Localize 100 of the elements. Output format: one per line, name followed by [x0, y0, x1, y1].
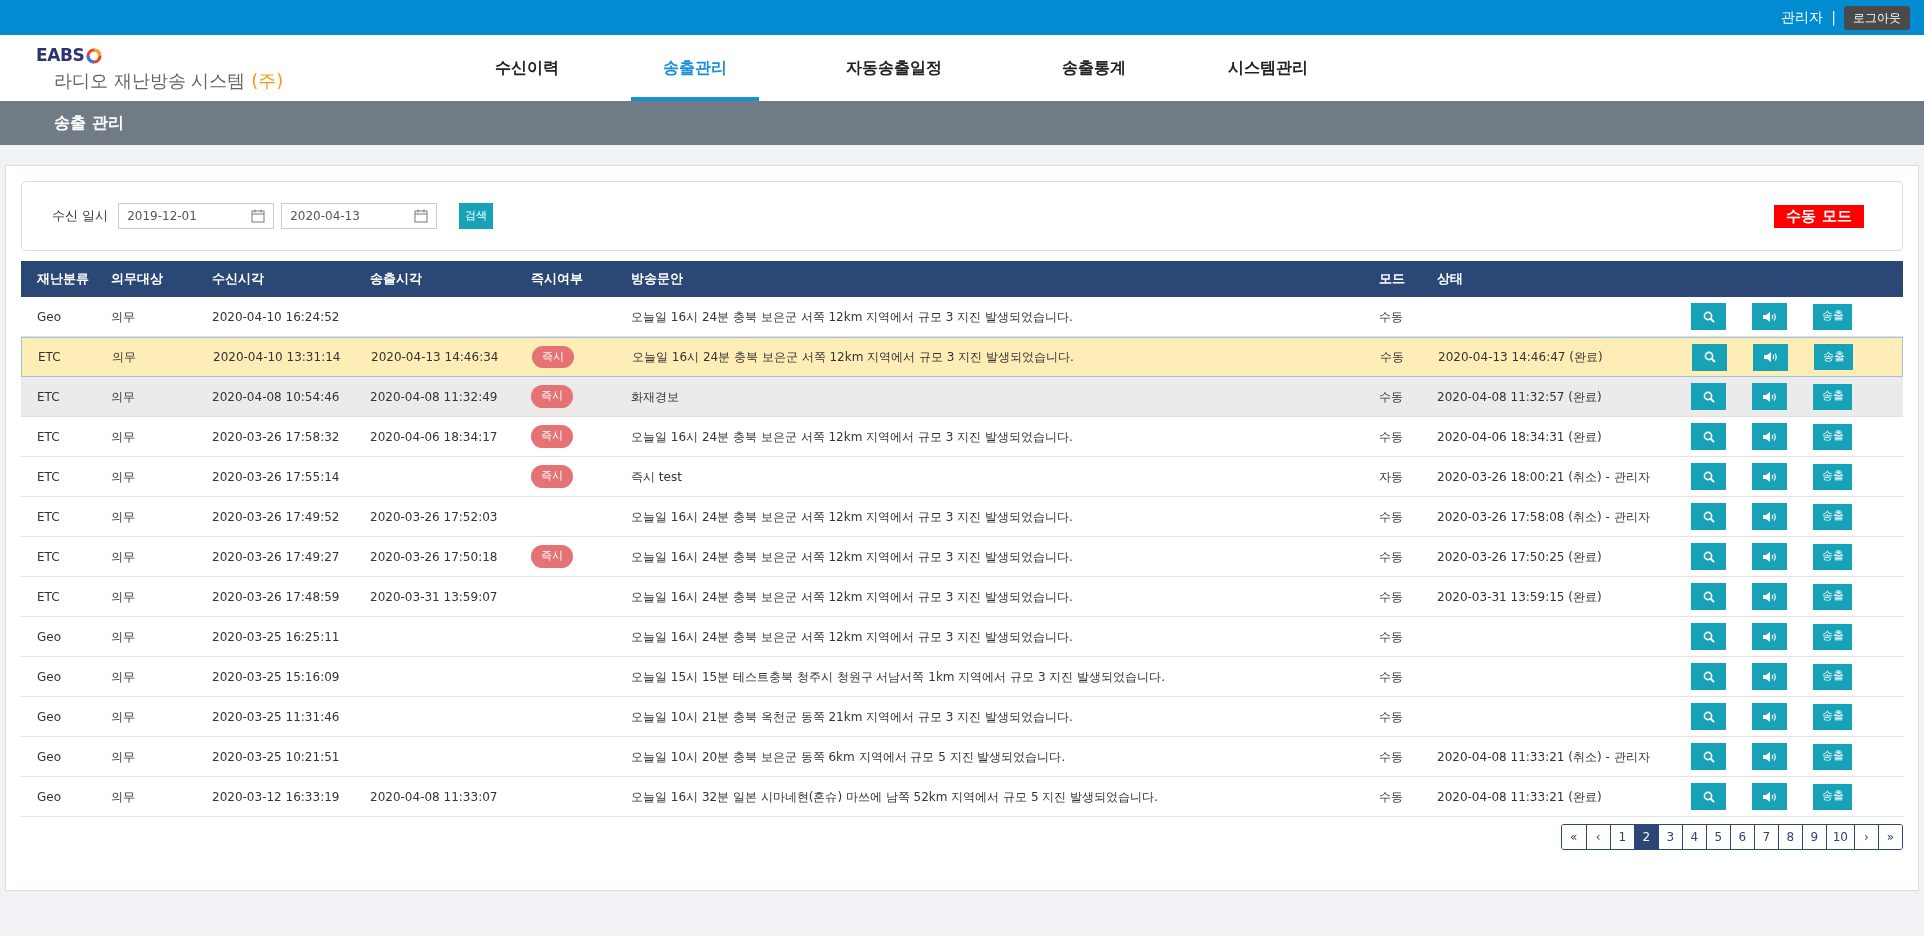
search-button[interactable]	[1691, 663, 1726, 690]
page-link[interactable]: 2	[1633, 825, 1658, 849]
speaker-button[interactable]	[1753, 343, 1788, 371]
table-cell: 2020-04-08 10:54:46	[212, 389, 340, 404]
search-button[interactable]	[1691, 303, 1726, 330]
speaker-button[interactable]	[1752, 503, 1787, 530]
speaker-icon	[1761, 790, 1778, 803]
table-cell: 수동	[1379, 749, 1403, 764]
table-cell: 의무	[111, 509, 135, 524]
nav-tab[interactable]: 자동송출일정	[803, 35, 985, 101]
speaker-icon	[1761, 510, 1778, 523]
nav-tab[interactable]: 송출통계	[1029, 35, 1159, 101]
search-button[interactable]	[1691, 583, 1726, 610]
nav-tab[interactable]: 시스템관리	[1203, 35, 1333, 101]
table-cell: 2020-03-25 15:16:09	[212, 669, 340, 684]
table-cell: 2020-03-26 17:48:59	[212, 589, 340, 604]
date-field[interactable]: 2020-04-13	[281, 203, 438, 229]
speaker-button[interactable]	[1752, 663, 1787, 690]
nav-tab[interactable]: 수신이력	[467, 35, 587, 101]
search-icon	[1702, 510, 1715, 523]
table-cell: 2020-03-26 17:55:14	[212, 469, 340, 484]
table-cell: ETC	[37, 469, 60, 484]
table-cell: 수동	[1380, 350, 1404, 364]
table-row[interactable]: ETC 의무 2020-04-10 13:31:14 2020-04-13 14:46:34 즉시 오늘일 16시 24분 충북 보은군 서쪽 12km 지역에서 규모 3 지진 발생되었습니다. 수동 2020-04-13 14:46:47 (완료) 송출	[21, 337, 1903, 377]
search-button[interactable]	[1691, 783, 1726, 810]
table-cell: 2020-04-08 11:33:21 (완료)	[1437, 789, 1602, 804]
search-button[interactable]	[1691, 503, 1726, 530]
speaker-button[interactable]	[1752, 583, 1787, 610]
table-cell: 2020-04-06 18:34:31 (완료)	[1437, 429, 1602, 444]
column-header: 모드	[1379, 270, 1406, 289]
table-cell: 2020-03-12 16:33:19	[212, 789, 340, 804]
calendar-icon	[251, 209, 266, 223]
table-cell: 2020-03-26 17:49:52	[212, 509, 340, 524]
search-button[interactable]	[1691, 703, 1726, 730]
speaker-button[interactable]	[1752, 383, 1787, 410]
table-cell: 오늘일 16시 24분 충북 보은군 서쪽 12km 지역에서 규모 3 지진 발생되었습니다.	[631, 429, 1073, 444]
search-button[interactable]	[1691, 623, 1726, 650]
speaker-button[interactable]	[1752, 543, 1787, 570]
table-cell: 2020-04-13 14:46:47 (완료)	[1438, 350, 1603, 364]
table-cell: 2020-04-08 11:33:07	[370, 789, 498, 804]
table-cell: 2020-04-08 11:32:57 (완료)	[1437, 389, 1602, 404]
table-cell: 즉시 test	[631, 469, 682, 484]
search-button[interactable]	[1692, 343, 1727, 371]
speaker-icon	[1761, 310, 1778, 323]
table-row[interactable]: ETC 의무 2020-04-08 10:54:46 2020-04-08 11:32:49 즉시 화재경보 수동 2020-04-08 11:32:57 (완료) 송출	[21, 377, 1903, 417]
table-cell: 2020-03-26 17:58:08 (취소) - 관리자	[1437, 509, 1650, 524]
search-button[interactable]	[1691, 423, 1726, 450]
speaker-icon	[1761, 590, 1778, 603]
table-cell: 2020-04-06 18:34:17	[370, 429, 498, 444]
table-cell: 2020-04-08 11:33:21 (취소) - 관리자	[1437, 749, 1650, 764]
column-header: 수신시각	[212, 270, 265, 289]
speaker-button[interactable]	[1752, 623, 1787, 650]
table-cell: 수동	[1379, 589, 1403, 604]
speaker-button[interactable]	[1752, 743, 1787, 770]
system-title: 라디오 재난방송 시스템 (주)	[54, 68, 285, 93]
table-cell: 오늘일 16시 24분 충북 보은군 서쪽 12km 지역에서 규모 3 지진 발생되었습니다.	[631, 309, 1073, 324]
table-cell: ETC	[38, 350, 61, 364]
table-cell: Geo	[37, 789, 62, 804]
table-cell: 수동	[1379, 549, 1403, 564]
speaker-button[interactable]	[1752, 463, 1787, 490]
logout-button[interactable]: 로그아웃	[1844, 5, 1910, 30]
instant-badge: 즉시	[531, 545, 573, 568]
table-cell: 2020-04-13 14:46:34	[371, 350, 499, 364]
search-icon	[1702, 710, 1715, 723]
date-field[interactable]: 2019-12-01	[118, 203, 275, 229]
table-cell: 2020-03-25 11:31:46	[212, 709, 340, 724]
table-cell: 자동	[1379, 469, 1403, 484]
speaker-icon	[1761, 470, 1778, 483]
search-button[interactable]	[1691, 543, 1726, 570]
instant-badge: 즉시	[531, 385, 573, 408]
table-cell: 의무	[111, 709, 135, 724]
speaker-icon	[1761, 550, 1778, 563]
speaker-button[interactable]	[1752, 303, 1787, 330]
search-icon	[1702, 470, 1715, 483]
table-cell: 의무	[111, 749, 135, 764]
speaker-button[interactable]	[1752, 783, 1787, 810]
search-button[interactable]	[1691, 463, 1726, 490]
speaker-button[interactable]	[1752, 423, 1787, 450]
search-button[interactable]	[1691, 743, 1726, 770]
table-cell: 오늘일 16시 24분 충북 보은군 서쪽 12km 지역에서 규모 3 지진 발생되었습니다.	[631, 629, 1073, 644]
speaker-icon	[1761, 430, 1778, 443]
search-icon	[1702, 590, 1715, 603]
table-cell: 2020-03-26 17:50:18	[370, 549, 498, 564]
column-header: 의무대상	[111, 270, 164, 289]
table-cell: 수동	[1379, 789, 1403, 804]
page-title: 송출 관리	[54, 112, 124, 134]
table-cell: Geo	[37, 309, 62, 324]
table-cell: 의무	[111, 629, 135, 644]
table-cell: 2020-04-10 16:24:52	[212, 309, 340, 324]
table-cell: 오늘일 10시 21분 충북 옥천군 동쪽 21km 지역에서 규모 3 지진 발생되었습니다.	[631, 709, 1073, 724]
speaker-icon	[1761, 630, 1778, 643]
table-cell: 오늘일 16시 24분 충북 보은군 서쪽 12km 지역에서 규모 3 지진 발생되었습니다.	[631, 549, 1073, 564]
speaker-icon	[1762, 351, 1779, 363]
page-link[interactable]: »	[1878, 825, 1902, 849]
table-cell: 2020-03-31 13:59:15 (완료)	[1437, 589, 1602, 604]
speaker-button[interactable]	[1752, 703, 1787, 730]
search-button[interactable]	[1691, 383, 1726, 410]
speaker-icon	[1761, 750, 1778, 763]
column-header: 상태	[1437, 270, 1464, 289]
table-cell: 의무	[111, 589, 135, 604]
